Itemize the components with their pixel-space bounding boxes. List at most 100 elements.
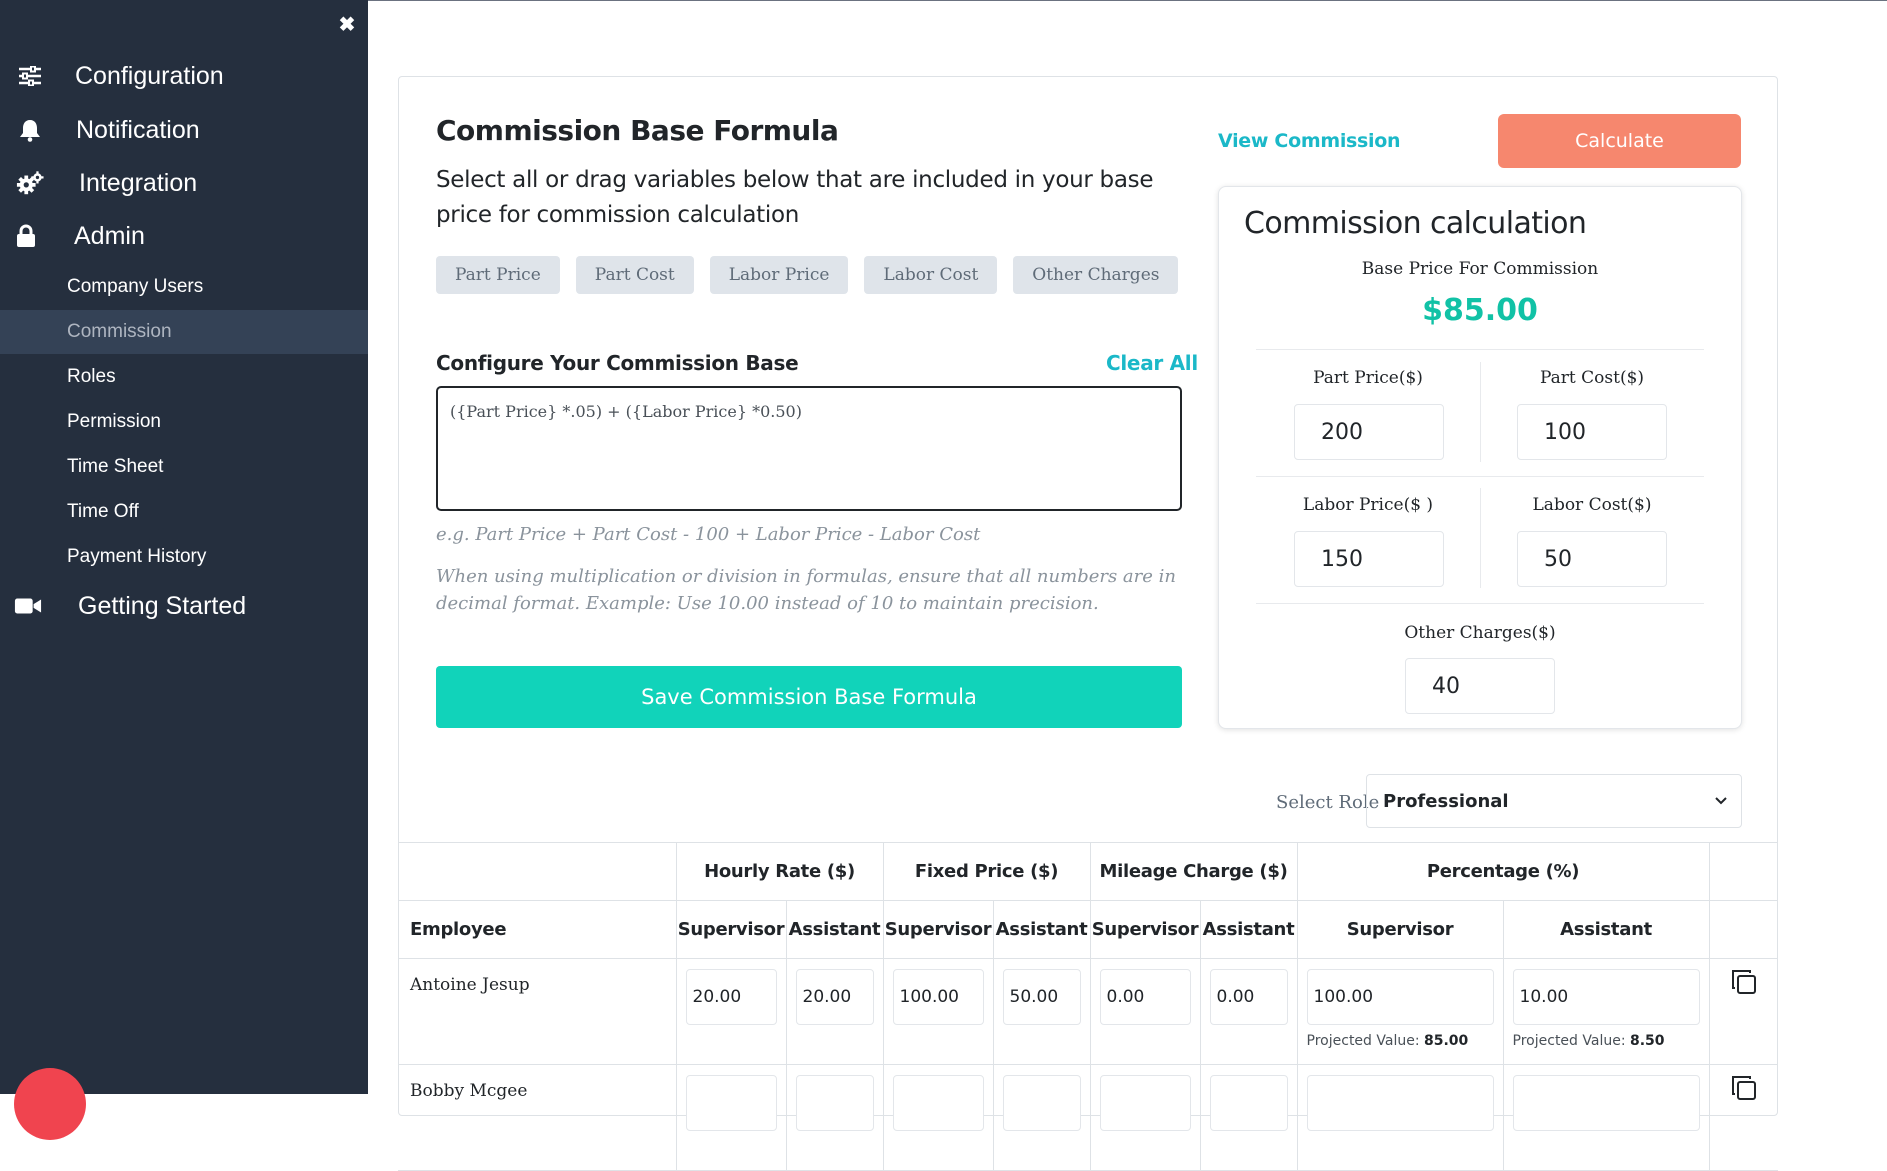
calculate-button[interactable]: Calculate bbox=[1498, 114, 1741, 168]
variable-chip-labor-price[interactable]: Labor Price bbox=[709, 256, 849, 294]
mileage-assistant-input[interactable] bbox=[1209, 1075, 1288, 1131]
labor-price-input[interactable] bbox=[1294, 531, 1444, 587]
part-price-input[interactable] bbox=[1294, 404, 1444, 460]
table-cell bbox=[1708, 1064, 1779, 1171]
variable-chips: Part Price Part Cost Labor Price Labor C… bbox=[436, 256, 1194, 294]
header-percentage: Percentage (%) bbox=[1296, 842, 1710, 901]
copy-icon[interactable] bbox=[1731, 969, 1757, 995]
sidebar-item-label: Commission bbox=[67, 321, 172, 342]
copy-icon[interactable] bbox=[1731, 1075, 1757, 1101]
sidebar-item-label: Getting Started bbox=[78, 591, 247, 620]
divider bbox=[1256, 603, 1704, 604]
percentage-assistant-input[interactable] bbox=[1512, 969, 1700, 1025]
mileage-assistant-input[interactable] bbox=[1209, 969, 1288, 1025]
header-hourly-rate: Hourly Rate ($) bbox=[675, 842, 884, 901]
sidebar-item-permission[interactable]: Permission bbox=[0, 400, 368, 444]
sidebar-item-roles[interactable]: Roles bbox=[0, 355, 368, 399]
sidebar-item-time-sheet[interactable]: Time Sheet bbox=[0, 445, 368, 489]
table-cell bbox=[1502, 1064, 1710, 1171]
sidebar-item-label: Payment History bbox=[67, 546, 207, 567]
mileage-supervisor-input[interactable] bbox=[1099, 969, 1191, 1025]
header-supervisor: Supervisor bbox=[675, 900, 787, 959]
table-header-blank bbox=[1708, 842, 1779, 901]
variable-chip-part-cost[interactable]: Part Cost bbox=[575, 256, 694, 294]
sidebar-item-time-off[interactable]: Time Off bbox=[0, 490, 368, 534]
table-cell bbox=[1089, 958, 1201, 1065]
sidebar-item-configuration[interactable]: Configuration bbox=[0, 56, 368, 96]
base-price-label: Base Price For Commission bbox=[1361, 259, 1599, 279]
fixed-supervisor-input[interactable] bbox=[892, 1075, 984, 1131]
sidebar-item-label: Company Users bbox=[67, 276, 204, 297]
employee-name: Antoine Jesup bbox=[398, 958, 677, 1065]
sidebar-item-admin[interactable]: Admin bbox=[0, 216, 368, 256]
commission-table: Hourly Rate ($) Fixed Price ($) Mileage … bbox=[398, 842, 1779, 1171]
sidebar-item-notification[interactable]: Notification bbox=[0, 110, 368, 150]
chevron-down-icon bbox=[1715, 797, 1727, 805]
support-chat-button[interactable] bbox=[14, 1068, 86, 1140]
header-fixed-price: Fixed Price ($) bbox=[882, 842, 1091, 901]
formula-description: Select all or drag variables below that … bbox=[436, 167, 1154, 228]
hourly-assistant-input[interactable] bbox=[795, 969, 874, 1025]
sidebar-item-integration[interactable]: Integration bbox=[0, 163, 368, 203]
hourly-supervisor-input[interactable] bbox=[685, 1075, 777, 1131]
role-select[interactable]: Professional bbox=[1366, 774, 1742, 828]
table-cell bbox=[882, 1064, 994, 1171]
table-cell bbox=[785, 958, 884, 1065]
calculation-title: Commission calculation bbox=[1244, 206, 1587, 241]
variable-chip-labor-cost[interactable]: Labor Cost bbox=[864, 256, 998, 294]
formula-input[interactable]: ({Part Price} *.05) + ({Labor Price} *0.… bbox=[436, 386, 1182, 511]
formula-title: Commission Base Formula bbox=[436, 114, 839, 147]
header-assistant: Assistant bbox=[1502, 900, 1710, 959]
table-cell bbox=[1199, 1064, 1298, 1171]
clear-all-link[interactable]: Clear All bbox=[1106, 351, 1198, 375]
hourly-supervisor-input[interactable] bbox=[685, 969, 777, 1025]
other-charges-label: Other Charges($) bbox=[1404, 623, 1556, 643]
hourly-assistant-input[interactable] bbox=[795, 1075, 874, 1131]
save-formula-button[interactable]: Save Commission Base Formula bbox=[436, 666, 1182, 728]
header-mileage-charge: Mileage Charge ($) bbox=[1089, 842, 1298, 901]
table-cell: Projected Value: 8.50 bbox=[1502, 958, 1710, 1065]
header-assistant: Assistant bbox=[785, 900, 884, 959]
table-cell bbox=[992, 958, 1091, 1065]
variable-chip-part-price[interactable]: Part Price bbox=[436, 256, 560, 294]
other-charges-input[interactable] bbox=[1405, 658, 1555, 714]
table-cell bbox=[1089, 1064, 1201, 1171]
fixed-assistant-input[interactable] bbox=[1002, 1075, 1081, 1131]
video-camera-icon bbox=[14, 594, 42, 618]
table-cell bbox=[882, 958, 994, 1065]
configure-base-label: Configure Your Commission Base bbox=[436, 351, 799, 375]
percentage-supervisor-input[interactable] bbox=[1306, 969, 1494, 1025]
sidebar-item-label: Time Sheet bbox=[67, 456, 164, 477]
employee-name: Bobby Mcgee bbox=[398, 1064, 677, 1171]
view-commission-link[interactable]: View Commission bbox=[1218, 130, 1401, 152]
fixed-assistant-input[interactable] bbox=[1002, 969, 1081, 1025]
header-supervisor: Supervisor bbox=[882, 900, 994, 959]
projected-value: Projected Value: 85.00 bbox=[1307, 1033, 1494, 1049]
decimal-format-hint: When using multiplication or division in… bbox=[436, 566, 1176, 614]
select-role-label: Select Role bbox=[1276, 792, 1380, 813]
fixed-supervisor-input[interactable] bbox=[892, 969, 984, 1025]
table-cell bbox=[1296, 1064, 1504, 1171]
labor-cost-input[interactable] bbox=[1517, 531, 1667, 587]
part-cost-input[interactable] bbox=[1517, 404, 1667, 460]
projected-label: Projected Value: bbox=[1306, 1033, 1420, 1049]
lock-icon bbox=[12, 224, 40, 248]
sidebar-item-commission[interactable]: Commission bbox=[0, 310, 368, 354]
table-cell bbox=[992, 1064, 1091, 1171]
close-sidebar-icon[interactable]: ✖ bbox=[336, 14, 358, 36]
header-employee: Employee bbox=[398, 900, 677, 959]
percentage-supervisor-input[interactable] bbox=[1306, 1075, 1494, 1131]
sidebar-item-getting-started[interactable]: Getting Started bbox=[0, 586, 368, 626]
divider bbox=[1256, 476, 1704, 477]
sidebar-item-company-users[interactable]: Company Users bbox=[0, 265, 368, 309]
mileage-supervisor-input[interactable] bbox=[1099, 1075, 1191, 1131]
sliders-icon bbox=[16, 64, 44, 88]
sidebar-item-payment-history[interactable]: Payment History bbox=[0, 535, 368, 579]
formula-example-hint: e.g. Part Price + Part Cost - 100 + Labo… bbox=[436, 524, 981, 545]
sidebar-item-label: Time Off bbox=[67, 501, 139, 522]
table-cell bbox=[785, 1064, 884, 1171]
divider bbox=[1256, 349, 1704, 350]
sidebar-item-label: Configuration bbox=[75, 61, 224, 90]
variable-chip-other-charges[interactable]: Other Charges bbox=[1013, 256, 1179, 294]
percentage-assistant-input[interactable] bbox=[1512, 1075, 1700, 1131]
